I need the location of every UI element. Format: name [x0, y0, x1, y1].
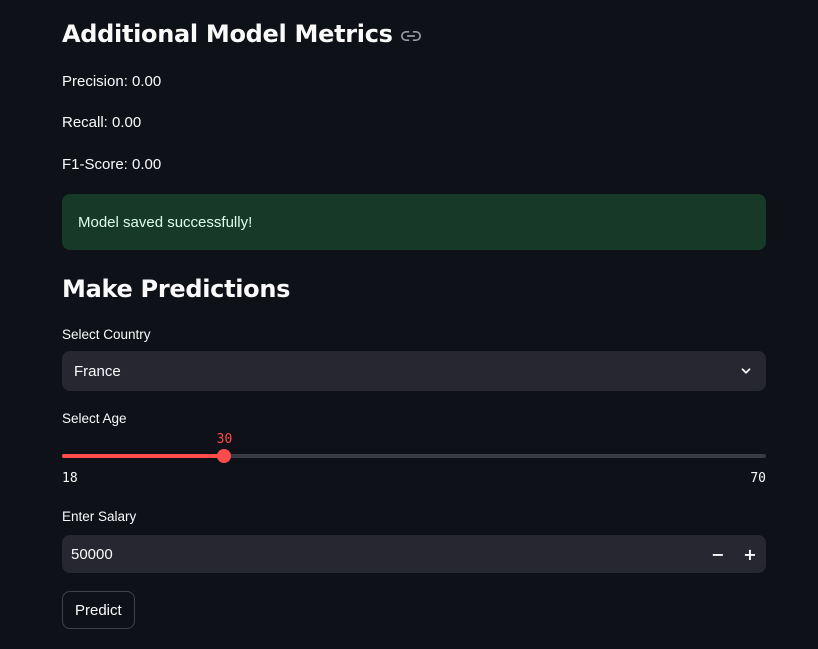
country-select-value: France [74, 362, 121, 380]
salary-increment-button[interactable]: + [734, 535, 766, 573]
age-slider-value: 30 [216, 432, 233, 447]
metric-f1-score: F1-Score: 0.00 [62, 156, 162, 173]
salary-number-input: − + [62, 535, 766, 573]
country-select[interactable]: France [62, 351, 766, 391]
metric-recall: Recall: 0.00 [62, 114, 142, 131]
metric-precision: Precision: 0.00 [62, 73, 162, 90]
age-slider-thumb[interactable] [217, 449, 232, 463]
age-slider-fill [62, 454, 225, 458]
age-slider-label: Select Age [62, 411, 127, 426]
country-select-label: Select Country [62, 327, 151, 342]
salary-decrement-button[interactable]: − [702, 535, 734, 573]
success-alert-message: Model saved successfully! [78, 213, 253, 231]
predictions-heading-text: Make Predictions [62, 275, 291, 303]
predict-button[interactable]: Predict [62, 591, 135, 629]
metrics-heading-text: Additional Model Metrics [62, 20, 393, 48]
age-slider-max: 70 [750, 471, 766, 486]
success-alert: Model saved successfully! [62, 194, 766, 250]
app-page: Additional Model Metrics Precision: 0.00… [0, 0, 818, 649]
chevron-down-icon[interactable] [738, 363, 754, 379]
salary-input[interactable] [62, 535, 702, 573]
predictions-heading: Make Predictions [62, 275, 290, 303]
age-slider-min: 18 [62, 471, 78, 486]
metrics-heading: Additional Model Metrics [62, 20, 421, 48]
link-icon[interactable] [400, 24, 421, 44]
age-slider-track[interactable] [62, 449, 766, 463]
salary-input-label: Enter Salary [62, 509, 137, 524]
